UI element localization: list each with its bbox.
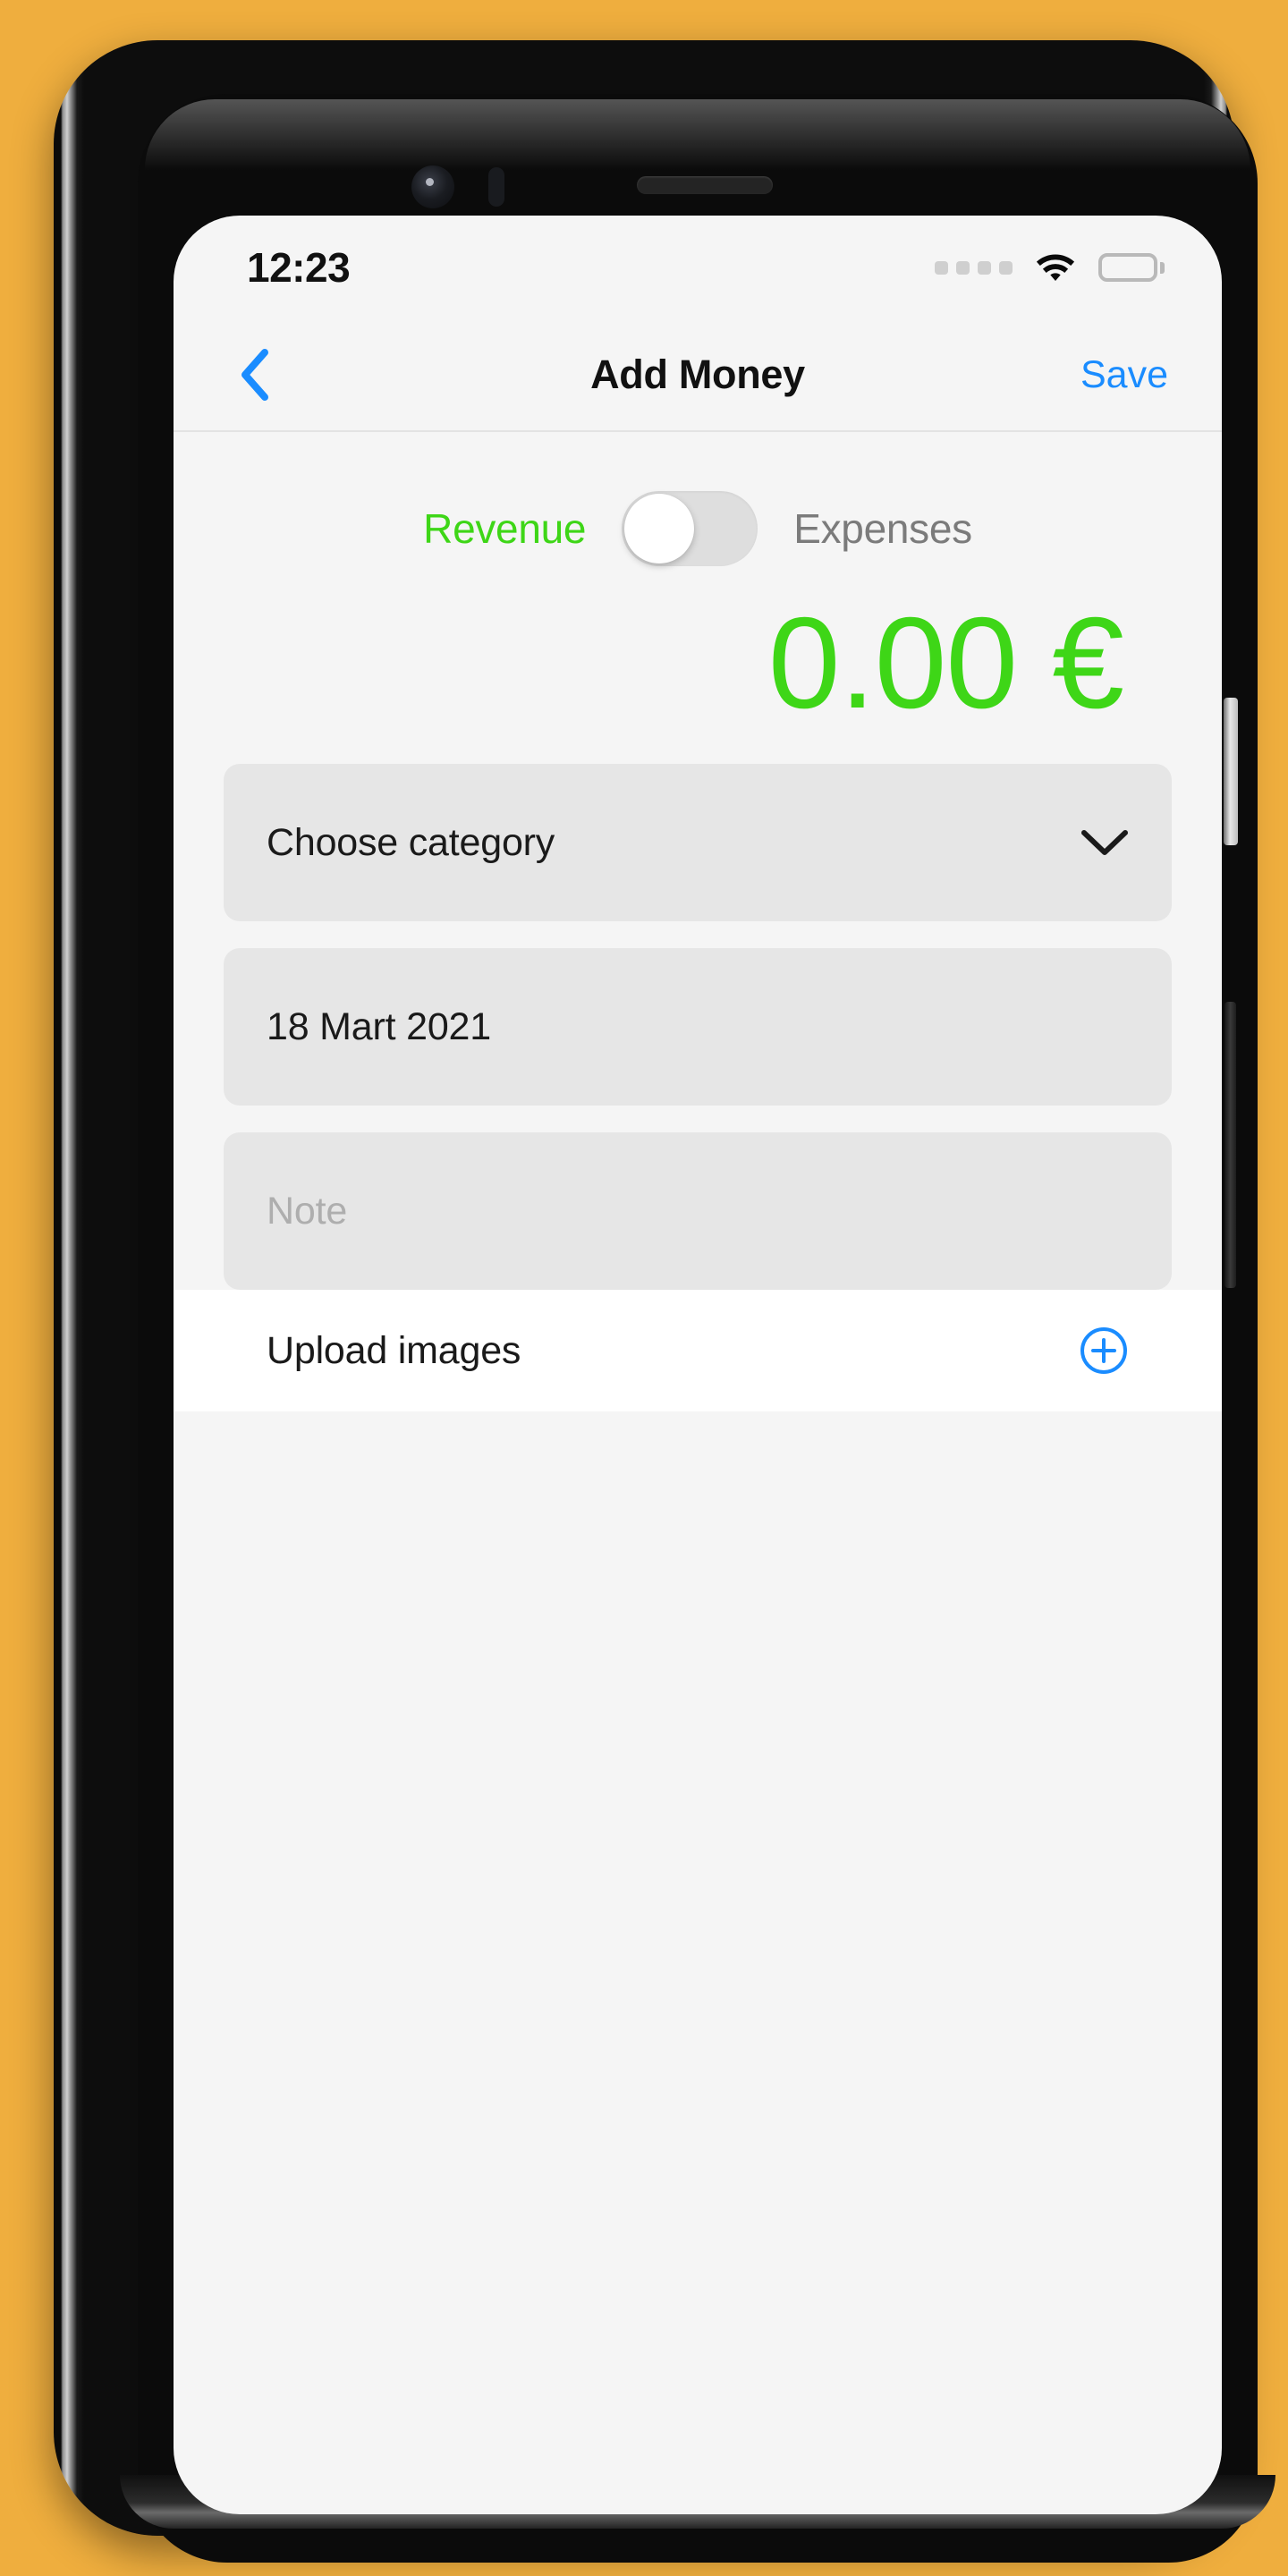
form-fields: Choose category 18 Mart 2021 Note Upload… xyxy=(174,764,1222,1438)
back-button[interactable] xyxy=(224,343,286,406)
page-title: Add Money xyxy=(590,352,805,397)
phone-frame: 12:23 Add Money Save Revenue Expenses 0.… xyxy=(54,40,1275,2563)
type-label-revenue[interactable]: Revenue xyxy=(423,504,586,553)
note-placeholder: Note xyxy=(267,1189,348,1233)
battery-full-icon xyxy=(1098,253,1165,282)
transaction-type-switch[interactable] xyxy=(622,491,758,566)
signal-dots-icon xyxy=(935,260,1013,275)
screenshot-stage: 12:23 Add Money Save Revenue Expenses 0.… xyxy=(0,0,1288,2576)
type-label-expenses[interactable]: Expenses xyxy=(793,504,972,553)
upload-images-row[interactable]: Upload images xyxy=(174,1290,1222,1411)
amount-row: 0.00 € xyxy=(174,593,1222,764)
chevron-down-icon xyxy=(1081,830,1128,855)
nav-bar: Add Money Save xyxy=(174,319,1222,432)
wifi-icon xyxy=(1036,254,1075,282)
proximity-sensor-icon xyxy=(488,167,504,207)
status-bar: 12:23 xyxy=(174,216,1222,319)
upload-images-label: Upload images xyxy=(267,1328,521,1372)
earpiece-speaker-icon xyxy=(637,176,773,194)
volume-button[interactable] xyxy=(1224,698,1238,845)
status-time: 12:23 xyxy=(247,244,351,291)
note-field[interactable]: Note xyxy=(224,1132,1172,1290)
date-field[interactable]: 18 Mart 2021 xyxy=(224,948,1172,1106)
save-button[interactable]: Save xyxy=(1080,353,1168,397)
date-value: 18 Mart 2021 xyxy=(267,1004,491,1048)
category-label: Choose category xyxy=(267,820,555,864)
transaction-type-toggle-row: Revenue Expenses xyxy=(174,432,1222,593)
status-icons xyxy=(935,252,1165,283)
switch-knob xyxy=(624,494,695,564)
power-button[interactable] xyxy=(1224,1002,1236,1288)
chevron-left-icon xyxy=(242,349,268,401)
front-camera-icon xyxy=(411,165,454,208)
amount-value[interactable]: 0.00 € xyxy=(768,598,1124,728)
category-select[interactable]: Choose category xyxy=(224,764,1172,921)
phone-screen: 12:23 Add Money Save Revenue Expenses 0.… xyxy=(174,216,1222,2514)
plus-circle-icon[interactable] xyxy=(1079,1326,1129,1376)
